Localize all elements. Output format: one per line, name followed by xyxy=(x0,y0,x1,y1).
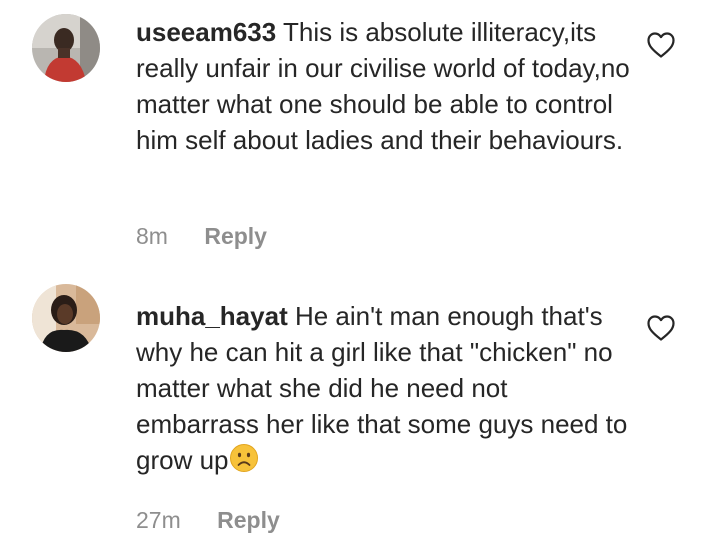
user-avatar[interactable] xyxy=(32,14,100,82)
user-avatar[interactable] xyxy=(32,284,100,352)
heart-outline-icon[interactable] xyxy=(646,31,676,59)
comment-item: muha_hayat He ain't man enough that's wh… xyxy=(0,284,720,546)
sad-face-emoji-icon xyxy=(229,444,258,472)
comment-username[interactable]: useeam633 xyxy=(136,17,276,47)
comment-username[interactable]: muha_hayat xyxy=(136,301,288,331)
comment-timestamp: 8m xyxy=(136,223,168,249)
reply-button[interactable]: Reply xyxy=(217,507,280,534)
comment-timestamp: 27m xyxy=(136,507,181,533)
heart-outline-icon[interactable] xyxy=(646,314,676,342)
comment-body: muha_hayat He ain't man enough that's wh… xyxy=(136,298,636,478)
avatar-photo xyxy=(32,284,100,352)
comment-meta: 8m Reply xyxy=(136,223,267,250)
comment-body: useeam633 This is absolute illiteracy,it… xyxy=(136,14,636,158)
comment-item: useeam633 This is absolute illiteracy,it… xyxy=(0,0,720,272)
comment-meta: 27m Reply xyxy=(136,507,280,534)
avatar-photo xyxy=(32,14,100,82)
reply-button[interactable]: Reply xyxy=(204,223,267,250)
